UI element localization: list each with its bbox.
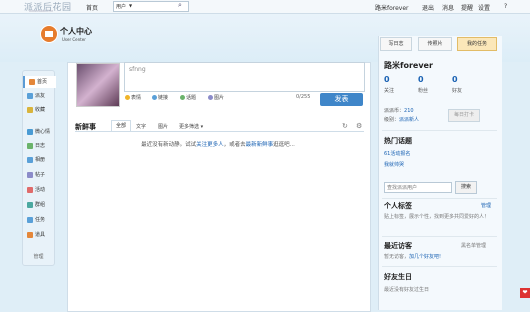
status-input[interactable]: sfnng [124,62,365,92]
status-input-value: sfnng [129,66,146,73]
friends-count[interactable]: 0 [452,75,458,84]
right-panel [378,36,502,310]
search-type-value: 用户 [116,4,127,10]
upload-photo-button[interactable]: 传照片 [418,37,452,51]
friends-icon [27,93,33,99]
feed-divider [75,131,364,132]
home-icon [29,79,35,85]
sidebar-item-tasks[interactable]: 任务 [23,214,54,226]
sidebar-item-home[interactable]: 首页 [23,76,56,88]
visitors-text: 暂无访客，加几个好友吧! [384,254,442,260]
settings-link[interactable]: 设置 [478,3,490,12]
feed-empty-message: 最近没有新动静。试试关注更多人，或者去最新新鲜事逛逛吧... [141,142,295,148]
right-divider [382,266,497,267]
sidebar-item-mood[interactable]: 微心情 [23,126,54,138]
following-label: 关注 [384,88,395,94]
topic-icon [180,95,185,100]
logout-link[interactable]: 退出 [422,3,434,12]
sidebar-item-groups[interactable]: 群组 [23,199,54,211]
post-icon [27,172,33,178]
notify-link[interactable]: 提醒 [461,3,473,12]
following-count[interactable]: 0 [384,75,390,84]
my-tasks-button[interactable]: 我的任务 [457,37,497,51]
top-user-link[interactable]: 路米forever [375,3,409,12]
add-friends-link[interactable]: 加几个好友吧! [409,254,441,260]
fans-count[interactable]: 0 [418,75,424,84]
group-icon [27,202,33,208]
heart-icon[interactable]: ❤ [520,288,530,298]
task-icon [27,217,33,223]
link-button[interactable]: 链接 [152,94,168,101]
emoji-button[interactable]: 表情 [125,94,141,101]
messages-link[interactable]: 消息 [442,3,454,12]
user-center-title: 个人中心 [60,27,92,36]
tags-hint: 贴上标签，展示个性，找到更多共同爱好的人！ [384,214,490,220]
follow-more-link[interactable]: 关注更多人 [196,142,224,148]
hot-topics-title: 热门话题 [384,137,412,145]
star-icon [27,107,33,113]
sidebar-manage-link[interactable]: 管理 [23,251,54,263]
event-icon [27,187,33,193]
search-icon[interactable]: ⌕ [175,2,185,10]
profile-username[interactable]: 路米forever [384,60,433,71]
link-icon [152,95,157,100]
blog-icon [27,143,33,149]
sidebar-item-blog[interactable]: 日志 [23,140,54,152]
tags-title: 个人标签 [384,202,412,210]
image-button[interactable]: 图片 [208,94,224,101]
refresh-icon[interactable]: ↻ [342,122,348,130]
nav-home-link[interactable]: 首页 [86,3,98,12]
hot-topic-item[interactable]: 我就帅哭 [384,161,404,168]
sidebar-item-events[interactable]: 活动 [23,184,54,196]
user-search-button[interactable]: 搜索 [455,181,477,194]
birthday-text: 最近没有好友过生日 [384,287,430,293]
right-divider [382,198,497,199]
gear-icon[interactable]: ⚙ [356,122,362,130]
sidebar-item-friends[interactable]: 派友 [23,90,54,102]
level-value[interactable]: 派派新人 [399,117,419,123]
daily-signin-button[interactable]: 每日打卡 [448,109,480,122]
birthday-title: 好友生日 [384,273,412,281]
user-center-subtitle: User Center [62,37,86,42]
visitors-title: 最近访客 [384,242,412,250]
sidebar-item-album[interactable]: 相册 [23,154,54,166]
write-blog-button[interactable]: 写日志 [380,37,412,51]
hot-topic-item[interactable]: 61活动报名 [384,150,410,157]
coin-row: 派派币：210 [384,108,414,114]
tab-text[interactable]: 文字 [136,123,146,130]
tab-more-filters[interactable]: 更多筛选 ▾ [179,123,203,130]
friends-label: 好友 [452,88,463,94]
topic-button[interactable]: 话题 [180,94,196,101]
sidebar-item-props[interactable]: 道具 [23,229,54,241]
right-divider [382,236,497,237]
user-center-house-icon [40,25,58,43]
tags-manage-link[interactable]: 管理 [481,202,491,209]
album-icon [27,157,33,163]
coin-value: 210 [404,108,414,114]
sidebar: 首页 派友 收藏 微心情 日志 相册 帖子 活动 群组 任务 道具 管理 [22,70,56,266]
props-icon [27,232,33,238]
image-icon [208,95,213,100]
site-logo-url: WWW.PAIPAI.FM [29,9,53,13]
latest-feed-link[interactable]: 最新新鲜事 [246,142,274,148]
help-icon[interactable]: ? [504,3,507,10]
user-search-input[interactable]: 查找派派用户 [384,182,452,193]
blacklist-link[interactable]: 黑名单管理 [461,242,486,249]
chevron-down-icon: ▼ [129,3,133,8]
level-row: 级别：派派新人 [384,117,420,123]
avatar[interactable] [76,63,120,107]
sidebar-item-posts[interactable]: 帖子 [23,169,54,181]
char-count: 0/255 [296,94,311,100]
fans-label: 粉丝 [418,88,429,94]
emoji-icon [125,95,130,100]
mood-icon [27,129,33,135]
publish-button[interactable]: 发表 [320,93,363,106]
sidebar-item-favorites[interactable]: 收藏 [23,104,54,116]
tab-images[interactable]: 图片 [158,123,168,130]
right-divider [382,130,497,131]
